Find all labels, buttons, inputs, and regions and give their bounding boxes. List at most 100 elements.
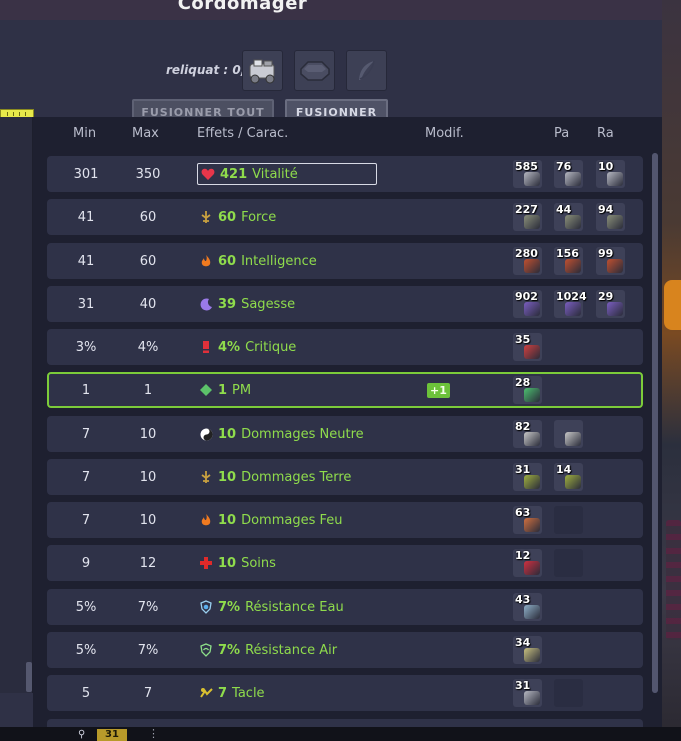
row-effect: 60 Intelligence — [199, 243, 479, 279]
rune-item[interactable]: 12 — [513, 549, 542, 577]
rune-slot-1[interactable] — [242, 50, 283, 91]
list-scrollbar[interactable] — [652, 153, 658, 693]
rune-item[interactable]: 156 — [554, 247, 583, 275]
effect-value: 60 — [218, 209, 237, 225]
table-row[interactable]: 7 10 10 Dommages Feu 63 — [47, 502, 643, 538]
rune-item[interactable]: 31 — [513, 679, 542, 707]
rune-count: 29 — [598, 290, 614, 303]
row-effect: 39 Sagesse — [199, 286, 479, 322]
shield-air-icon — [199, 643, 213, 657]
rune-item[interactable]: 31 — [513, 463, 542, 491]
effect-label: 7% Résistance Air — [199, 643, 337, 658]
rune-item[interactable]: 76 — [554, 160, 583, 188]
row-effect: 7% Résistance Eau — [199, 589, 479, 625]
row-max-value: 12 — [139, 555, 157, 571]
effect-label: 10 Dommages Neutre — [199, 427, 364, 442]
rune-item[interactable]: 280 — [513, 247, 542, 275]
table-row[interactable]: 7 10 10 Dommages Neutre 82 — [47, 416, 643, 452]
rune-item[interactable]: 82 — [513, 420, 542, 448]
rune-item[interactable]: 10 — [596, 160, 625, 188]
row-max-value: 10 — [139, 426, 157, 442]
rune-slot-empty[interactable] — [554, 549, 583, 577]
side-scrollbar[interactable] — [26, 662, 32, 692]
rune-icon — [524, 518, 540, 532]
table-row[interactable]: 31 40 39 Sagesse 902 1024 29 — [47, 286, 643, 322]
effect-label: 1 PM — [199, 383, 251, 398]
table-row[interactable]: 301 350 421 Vitalité 585 76 10 — [47, 156, 643, 192]
row-max-value: 7 — [143, 685, 153, 701]
rune-item[interactable]: 94 — [596, 203, 625, 231]
rune-item[interactable]: 902 — [513, 290, 542, 318]
rune-icon — [524, 561, 540, 575]
shield-water-icon — [199, 600, 213, 614]
rune-slot-3[interactable] — [346, 50, 387, 91]
rune-item[interactable]: 1024 — [554, 290, 587, 318]
row-max-value: 350 — [135, 166, 161, 182]
table-row[interactable]: 41 60 60 Intelligence 280 156 99 — [47, 243, 643, 279]
effect-name: Soins — [241, 555, 276, 571]
rune-count: 12 — [515, 549, 531, 562]
row-effect: 4% Critique — [199, 329, 479, 365]
effect-label: 4% Critique — [199, 340, 296, 355]
row-max-value: 4% — [137, 339, 159, 355]
row-effect: 7 Tacle — [199, 675, 479, 711]
effect-label: 10 Dommages Terre — [199, 470, 351, 485]
table-row[interactable]: 7 10 10 Dommages Terre 31 14 — [47, 459, 643, 495]
rune-item[interactable]: 585 — [513, 160, 542, 188]
table-row[interactable]: 5% 7% 7% Résistance Air 34 — [47, 632, 643, 668]
effect-input-field[interactable]: 421 Vitalité — [197, 163, 377, 185]
column-header-min: Min — [73, 126, 97, 141]
rune-icon — [524, 302, 540, 316]
table-row[interactable]: 5 7 7 Tacle 31 — [47, 675, 643, 711]
row-max-value: 60 — [139, 253, 157, 269]
table-row[interactable]: 41 60 60 Force 227 44 94 — [47, 199, 643, 235]
more-options-icon[interactable]: ⋮ — [148, 727, 159, 740]
rune-item[interactable]: 43 — [513, 593, 542, 621]
rune-count: 94 — [598, 203, 614, 216]
effect-label: 60 Force — [199, 210, 276, 225]
rune-count: 43 — [515, 593, 531, 606]
rune-slot-2[interactable] — [294, 50, 335, 91]
rune-icon — [565, 302, 581, 316]
rune-icon — [565, 259, 581, 273]
rune-count: 10 — [598, 160, 614, 173]
row-max-value: 60 — [139, 209, 157, 225]
row-effect: 60 Force — [199, 199, 479, 235]
table-row[interactable]: 3% 4% 4% Critique 35 — [47, 329, 643, 365]
effect-value: 10 — [218, 469, 237, 485]
rune-item[interactable]: 28 — [513, 376, 542, 404]
table-row[interactable]: 9 12 10 Soins 12 — [47, 545, 643, 581]
background-scene-right — [662, 0, 681, 741]
rune-count: 31 — [515, 679, 531, 692]
rune-icon — [524, 605, 540, 619]
rune-icon — [607, 259, 623, 273]
rune-item[interactable] — [554, 420, 583, 448]
rune-item[interactable]: 99 — [596, 247, 625, 275]
row-max-value: 40 — [139, 296, 157, 312]
list-scrollbar-thumb[interactable] — [652, 153, 658, 693]
table-row[interactable]: 1 1 1 PM +1 28 — [47, 372, 643, 408]
rune-item[interactable]: 35 — [513, 333, 542, 361]
rune-item[interactable]: 34 — [513, 636, 542, 664]
row-max-value: 10 — [139, 512, 157, 528]
effect-value: 10 — [218, 555, 237, 571]
row-max-value: 10 — [139, 469, 157, 485]
rune-item[interactable]: 227 — [513, 203, 542, 231]
rune-icon — [565, 215, 581, 229]
rune-item[interactable]: 63 — [513, 506, 542, 534]
rune-count: 227 — [515, 203, 538, 216]
rune-item[interactable]: 14 — [554, 463, 583, 491]
rune-item[interactable]: 29 — [596, 290, 625, 318]
rune-count: 31 — [515, 463, 531, 476]
rune-icon — [607, 215, 623, 229]
fire-icon — [199, 513, 213, 527]
effect-name: PM — [232, 382, 252, 398]
list-item-partial — [47, 719, 643, 727]
rune-icon — [524, 388, 540, 402]
rune-count: 35 — [515, 333, 531, 346]
rune-item[interactable]: 44 — [554, 203, 583, 231]
rune-icon — [524, 432, 540, 446]
rune-slot-empty[interactable] — [554, 679, 583, 707]
table-row[interactable]: 5% 7% 7% Résistance Eau 43 — [47, 589, 643, 625]
rune-slot-empty[interactable] — [554, 506, 583, 534]
